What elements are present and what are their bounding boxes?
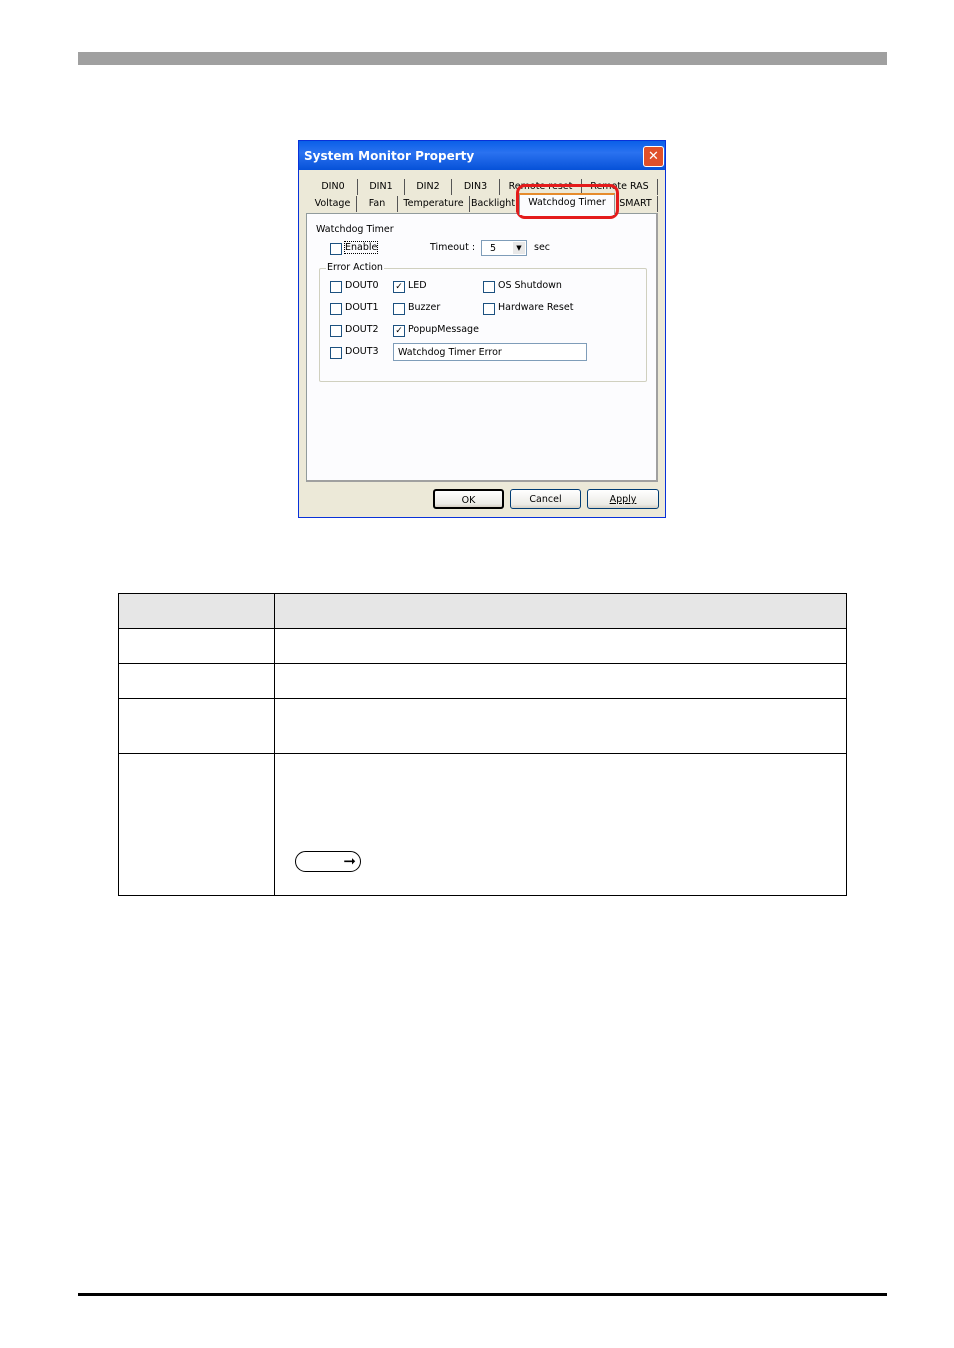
- popup-message-checkbox[interactable]: ✓: [393, 325, 405, 337]
- footer-line: [78, 1293, 887, 1296]
- table-header-row: [118, 593, 847, 629]
- dout2-label: DOUT2: [345, 324, 379, 335]
- ok-button[interactable]: OK: [433, 489, 504, 509]
- led-label: LED: [408, 280, 427, 291]
- enable-label: Enable: [343, 241, 379, 254]
- dout0-label: DOUT0: [345, 280, 379, 291]
- table-row: [118, 628, 847, 664]
- hardware-reset-checkbox[interactable]: [483, 303, 495, 315]
- os-shutdown-checkbox[interactable]: [483, 281, 495, 293]
- reference-arrow-icon[interactable]: ➞: [295, 851, 361, 872]
- cancel-button[interactable]: Cancel: [510, 489, 581, 509]
- close-icon[interactable]: ✕: [643, 146, 664, 167]
- tab-din2[interactable]: DIN2: [405, 179, 452, 195]
- section-label: Watchdog Timer: [316, 224, 394, 235]
- buzzer-checkbox[interactable]: [393, 303, 405, 315]
- dout3-checkbox[interactable]: [330, 347, 342, 359]
- tab-din1[interactable]: DIN1: [358, 179, 405, 195]
- table-row: [118, 663, 847, 699]
- dout1-label: DOUT1: [345, 302, 379, 313]
- description-table: ➞: [118, 593, 847, 896]
- tab-voltage[interactable]: Voltage: [309, 196, 357, 212]
- table-row: ➞: [118, 753, 847, 896]
- tab-watchdog-timer[interactable]: Watchdog Timer: [519, 193, 615, 215]
- header-bar: [78, 52, 887, 65]
- dout0-checkbox[interactable]: [330, 281, 342, 293]
- led-checkbox[interactable]: ✓: [393, 281, 405, 293]
- error-action-label: Error Action: [326, 262, 384, 273]
- dout3-label: DOUT3: [345, 346, 379, 357]
- timeout-label: Timeout :: [430, 242, 476, 253]
- dout2-checkbox[interactable]: [330, 325, 342, 337]
- hardware-reset-label: Hardware Reset: [498, 302, 574, 313]
- enable-checkbox[interactable]: [330, 243, 342, 255]
- timeout-value: 5: [490, 243, 497, 254]
- dout1-checkbox[interactable]: [330, 303, 342, 315]
- tab-din3[interactable]: DIN3: [452, 179, 500, 195]
- os-shutdown-label: OS Shutdown: [498, 280, 562, 291]
- popup-message-label: PopupMessage: [408, 324, 479, 335]
- chevron-down-icon[interactable]: ▼: [513, 242, 525, 254]
- tab-panel: Watchdog Timer Enable Timeout : 5 ▼ sec …: [306, 213, 658, 482]
- table-row: [118, 698, 847, 754]
- popup-message-input[interactable]: Watchdog Timer Error: [393, 343, 587, 361]
- tab-fan[interactable]: Fan: [357, 196, 398, 212]
- timeout-select[interactable]: 5 ▼: [481, 240, 527, 256]
- buzzer-label: Buzzer: [408, 302, 441, 313]
- dialog-title: System Monitor Property: [299, 141, 665, 170]
- tab-din0[interactable]: DIN0: [309, 179, 358, 195]
- tab-smart[interactable]: SMART: [614, 196, 658, 212]
- apply-button[interactable]: Apply: [587, 489, 659, 509]
- tab-backlight[interactable]: Backlight: [470, 196, 517, 212]
- system-monitor-dialog: System Monitor Property ✕ DIN0 DIN1 DIN2…: [298, 140, 666, 518]
- tab-temperature[interactable]: Temperature: [398, 196, 470, 212]
- timeout-unit: sec: [534, 242, 551, 253]
